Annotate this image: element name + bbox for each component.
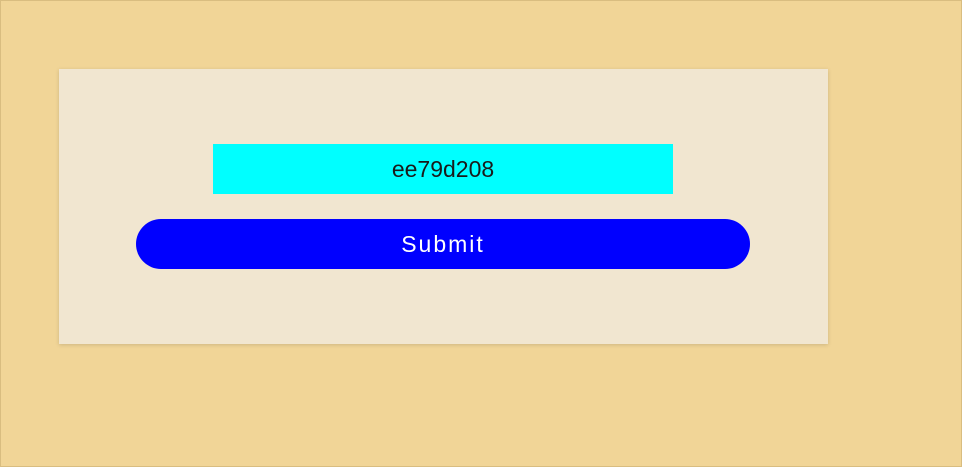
form-card: Submit [59, 69, 828, 344]
submit-button[interactable]: Submit [136, 219, 750, 269]
code-input[interactable] [213, 144, 673, 194]
